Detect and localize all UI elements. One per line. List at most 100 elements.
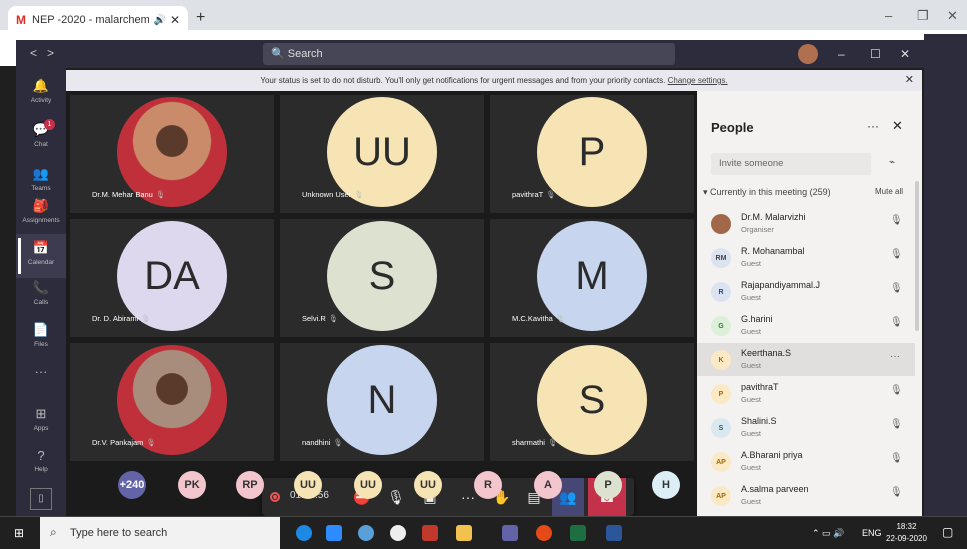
overflow-avatar[interactable]: UU — [414, 471, 442, 499]
participant-row[interactable]: K Keerthana.S Guest ··· — [697, 343, 915, 376]
banner-close-icon[interactable]: ✕ — [905, 70, 914, 91]
teams-close-button[interactable]: ✕ — [900, 47, 910, 61]
excel-icon[interactable] — [570, 525, 586, 541]
tab-close-icon[interactable]: ✕ — [170, 13, 180, 27]
people-close-icon[interactable]: ✕ — [892, 118, 903, 134]
participant-name: Unknown User 🎙 — [302, 190, 364, 199]
overflow-avatar[interactable]: RP — [236, 471, 264, 499]
video-tile[interactable]: DA Dr. D. Abirami 🎙 — [70, 219, 274, 337]
language-indicator[interactable]: ENG — [862, 528, 882, 538]
right-side-panel — [924, 34, 967, 516]
share-invite-icon[interactable]: ⌁ — [889, 157, 895, 168]
change-settings-link[interactable]: Change settings. — [668, 76, 728, 85]
teams-taskbar-icon[interactable] — [502, 525, 518, 541]
mic-muted-icon: 🎙 — [333, 438, 343, 447]
video-tile[interactable]: PpavithraT 🎙 — [490, 95, 694, 213]
teams-maximize-button[interactable]: ☐ — [870, 47, 881, 61]
windows-taskbar: ⊞ ⌕ Type here to search ⌃ ▭ 🔊 ENG 18:32 2… — [0, 516, 967, 549]
restore-button[interactable]: ❐ — [917, 8, 929, 24]
overflow-avatar[interactable]: UU — [354, 471, 382, 499]
participant-row[interactable]: Dr.M. Malarvizhi Organiser 🎙 — [697, 207, 915, 240]
clock-date: 22-09-2020 — [886, 534, 927, 543]
zoom-icon[interactable] — [326, 525, 342, 541]
chrome-icon[interactable] — [390, 525, 406, 541]
participant-row[interactable]: AP A.Bharani priya Guest 🎙 — [697, 445, 915, 478]
rail-item-activity[interactable]: 🔔 Activity — [16, 72, 66, 116]
participant-name: Dr.M. Mehar Banu 🎙 — [92, 190, 165, 199]
chrome-taskbar-icon[interactable] — [536, 525, 552, 541]
rail-label: Help — [34, 466, 48, 473]
taskbar-search-input[interactable]: ⌕ Type here to search — [40, 517, 280, 549]
tools-icon[interactable] — [422, 525, 438, 541]
participant-row[interactable]: RM R. Mohanambal Guest 🎙 — [697, 241, 915, 274]
rail-label: Calendar — [27, 259, 55, 266]
speaker-icon[interactable]: 🔊 — [153, 15, 165, 26]
file-explorer-icon[interactable] — [456, 525, 472, 541]
video-tile[interactable]: Nnandhini 🎙 — [280, 343, 484, 461]
section-label: Currently in this meeting (259) — [710, 187, 831, 197]
participant-name: A.salma parveen — [741, 484, 809, 494]
overflow-avatar[interactable]: R — [474, 471, 502, 499]
forward-arrow-icon[interactable]: > — [47, 46, 64, 60]
participant-name: G.harini — [741, 314, 773, 324]
user-avatar[interactable] — [798, 44, 818, 64]
people-title: People — [711, 120, 754, 135]
rail-label: Apps — [33, 425, 49, 432]
participant-name-text: Unknown User — [302, 190, 352, 199]
overflow-avatar[interactable]: H — [652, 471, 680, 499]
teams-search-input[interactable]: 🔍 Search — [263, 43, 675, 65]
rail-item-help[interactable]: ? Help — [16, 442, 66, 486]
teams-minimize-button[interactable]: – — [838, 47, 845, 61]
rail-item-chat[interactable]: 💬 Chat 1 — [16, 116, 66, 160]
video-tile[interactable]: UU Unknown User 🎙 — [280, 95, 484, 213]
assignments-icon: 🎒 — [32, 198, 50, 213]
rail-item-assignments[interactable]: 🎒 Assignments — [16, 192, 66, 236]
app-icon[interactable] — [358, 525, 374, 541]
participant-row[interactable]: AP A.salma parveen Guest 🎙 — [697, 479, 915, 512]
overflow-avatar[interactable]: UU — [294, 471, 322, 499]
edge-icon[interactable] — [296, 525, 312, 541]
new-tab-button[interactable]: + — [196, 9, 205, 27]
overflow-avatar[interactable]: A — [534, 471, 562, 499]
overflow-avatar[interactable]: PK — [178, 471, 206, 499]
video-tile[interactable]: Ssharmathi 🎙 — [490, 343, 694, 461]
calendar-icon: 📅 — [32, 240, 50, 255]
invite-input[interactable]: Invite someone — [711, 153, 871, 175]
mic-muted-icon: 🎙 — [890, 453, 903, 464]
notification-icon[interactable]: ▢ — [942, 525, 953, 539]
mic-muted-icon: 🎙 — [890, 317, 903, 328]
clock[interactable]: 18:32 22-09-2020 — [886, 521, 927, 545]
more-options-icon[interactable]: ··· — [890, 351, 900, 362]
nav-arrows[interactable]: <> — [30, 46, 64, 60]
video-tile[interactable]: Dr.V. Pankajam 🎙 — [70, 343, 274, 461]
participant-avatar: P — [711, 384, 731, 404]
people-scrollbar[interactable] — [915, 181, 919, 331]
close-button[interactable]: ✕ — [947, 8, 958, 24]
participant-row[interactable]: G G.harini Guest 🎙 — [697, 309, 915, 342]
mic-muted-icon: 🎙 — [146, 438, 156, 447]
participant-row[interactable]: S Shalini.S Guest 🎙 — [697, 411, 915, 444]
rail-item--[interactable]: ··· — [16, 358, 66, 402]
minimize-button[interactable]: – — [885, 8, 892, 23]
participants-section[interactable]: ▾ Currently in this meeting (259) — [703, 187, 831, 198]
participant-row[interactable]: R Rajapandiyammal.J Guest 🎙 — [697, 275, 915, 308]
back-arrow-icon[interactable]: < — [30, 46, 47, 60]
mic-muted-icon: 🎙 — [890, 283, 903, 294]
word-icon[interactable] — [606, 525, 622, 541]
people-more-icon[interactable]: ··· — [867, 119, 879, 133]
tray-icons[interactable]: ⌃ ▭ 🔊 — [812, 528, 844, 539]
overflow-avatar[interactable]: P — [594, 471, 622, 499]
participant-row[interactable]: PpavithraT Guest 🎙 — [697, 377, 915, 410]
video-tile[interactable]: M M.C.Kavitha 🎙 — [490, 219, 694, 337]
video-tile[interactable]: Dr.M. Mehar Banu 🎙 — [70, 95, 274, 213]
mic-off-icon[interactable]: 🎙 — [380, 478, 412, 516]
rail-item-calls[interactable]: 📞 Calls — [16, 274, 66, 318]
mute-all-button[interactable]: Mute all — [875, 187, 903, 196]
rail-item-files[interactable]: 📄 Files — [16, 316, 66, 360]
mic-muted-icon: 🎙 — [890, 249, 903, 260]
windows-start-icon[interactable]: ⊞ — [14, 526, 24, 540]
rail-item-apps[interactable]: ⊞ Apps — [16, 400, 66, 444]
rail-item-calendar[interactable]: 📅 Calendar — [16, 234, 66, 278]
video-tile[interactable]: S Selvi.R 🎙 — [280, 219, 484, 337]
overflow-avatar[interactable]: +240 — [118, 471, 146, 499]
